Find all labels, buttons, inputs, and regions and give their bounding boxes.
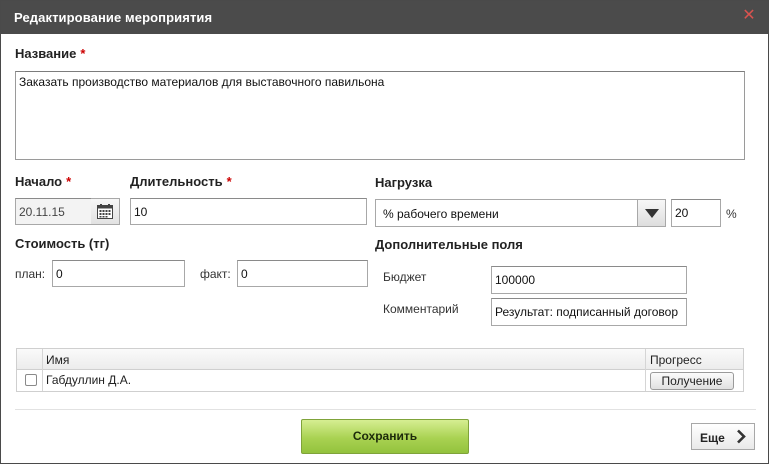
participants-table: Имя Прогресс Габдуллин Д.А. Получение [16,348,744,392]
name-label: Название * [15,46,86,61]
row-checkbox[interactable] [25,374,37,386]
load-unit: % [726,207,737,221]
required-mark: * [80,46,86,61]
comment-input[interactable] [491,298,687,326]
start-date-input[interactable] [15,198,92,225]
plan-label: план: [15,267,46,281]
dropdown-arrow-icon[interactable] [637,200,665,226]
row-name: Габдуллин Д.А. [46,373,132,387]
duration-input[interactable] [130,198,367,225]
calendar-button[interactable] [91,198,120,225]
extra-fields-label: Дополнительные поля [375,237,523,252]
table-header: Имя Прогресс [17,349,743,370]
column-header-name[interactable]: Имя [46,353,69,367]
more-button-label: Еще [700,431,725,445]
load-type-value: % рабочего времени [383,207,499,221]
save-button[interactable]: Сохранить [301,419,469,454]
table-row[interactable]: Габдуллин Д.А. Получение [17,370,743,391]
more-button[interactable]: Еще [691,423,755,450]
plan-cost-input[interactable] [52,260,185,287]
start-label: Начало * [15,174,72,189]
calendar-icon [97,204,113,219]
load-value-input[interactable] [671,199,721,227]
close-icon[interactable]: ✕ [742,8,756,24]
dialog-titlebar: Редактирование мероприятия ✕ [1,1,768,34]
load-type-select[interactable]: % рабочего времени [375,199,666,227]
cost-label: Стоимость (тг) [15,236,110,251]
dialog-title: Редактирование мероприятия [14,10,213,25]
budget-label: Бюджет [383,270,427,284]
budget-input[interactable] [491,266,687,294]
chevron-right-icon [737,429,746,444]
fact-cost-input[interactable] [237,260,368,287]
column-header-progress[interactable]: Прогресс [650,353,702,367]
footer-divider [15,409,756,410]
required-mark: * [226,174,232,189]
fact-label: факт: [200,267,231,281]
edit-event-dialog: Редактирование мероприятия ✕ Название * З… [0,0,769,464]
load-label: Нагрузка [375,175,433,190]
required-mark: * [66,174,72,189]
duration-label: Длительность * [130,174,232,189]
comment-label: Комментарий [383,302,459,316]
name-textarea[interactable]: Заказать производство материалов для выс… [15,71,745,160]
progress-status-button[interactable]: Получение [650,372,734,390]
